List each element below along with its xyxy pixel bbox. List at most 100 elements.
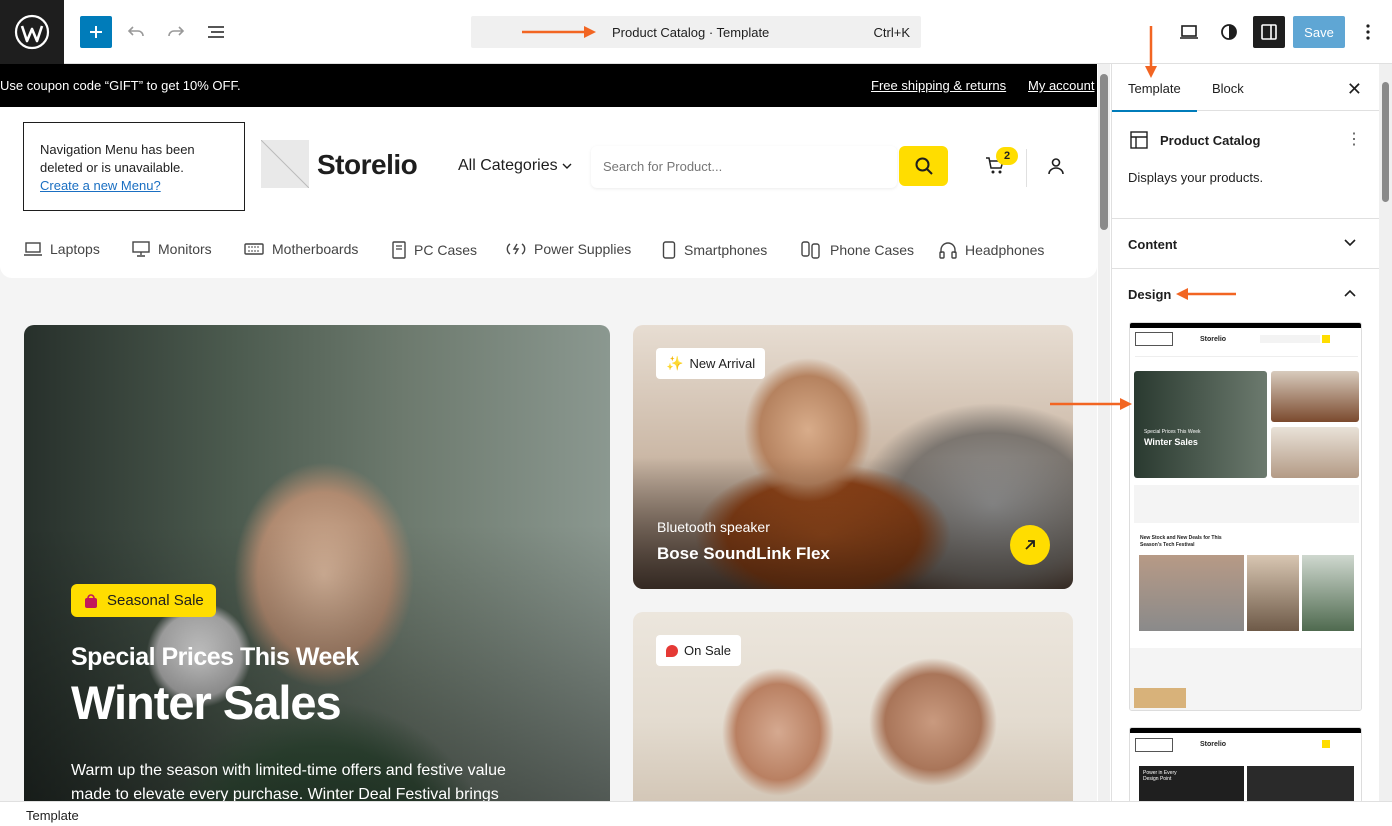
settings-sidebar-icon[interactable] bbox=[1253, 16, 1285, 48]
headphones-icon bbox=[939, 242, 957, 259]
hero-banner[interactable]: Seasonal Sale Special Prices This Week W… bbox=[24, 325, 610, 801]
category-power-supplies[interactable]: Power Supplies bbox=[506, 241, 631, 257]
sidebar-scrollbar[interactable] bbox=[1379, 64, 1392, 801]
thumb-deals-section: New Stock and New Deals for This Season'… bbox=[1130, 523, 1361, 648]
on-sale-badge: On Sale bbox=[656, 635, 741, 666]
category-monitors[interactable]: Monitors bbox=[132, 241, 212, 257]
category-motherboards[interactable]: Motherboards bbox=[244, 241, 358, 257]
header-divider bbox=[1026, 149, 1027, 187]
block-name: Product Catalog bbox=[1160, 133, 1261, 148]
power-supply-icon bbox=[506, 243, 526, 255]
chevron-down-icon bbox=[1344, 239, 1356, 247]
category-label: Phone Cases bbox=[830, 242, 915, 258]
thumb-search bbox=[1260, 335, 1320, 343]
editor-footer: Template bbox=[0, 801, 1392, 826]
thumb-navbox bbox=[1135, 738, 1173, 752]
content-panel-toggle[interactable]: Content bbox=[1112, 219, 1379, 269]
block-card: Product Catalog ⋮ Displays your products… bbox=[1112, 111, 1379, 219]
thumb-deal-1 bbox=[1139, 555, 1244, 631]
card-title: Bose SoundLink Flex bbox=[657, 544, 830, 563]
annotation-arrow-right-2 bbox=[1050, 398, 1132, 410]
add-block-icon[interactable] bbox=[80, 16, 112, 48]
cart-count-badge: 2 bbox=[996, 147, 1018, 165]
search-icon bbox=[915, 157, 933, 175]
styles-contrast-icon[interactable] bbox=[1213, 16, 1245, 48]
undo-icon[interactable] bbox=[120, 16, 152, 48]
site-logo-placeholder[interactable] bbox=[261, 140, 309, 188]
thumb-category-row bbox=[1135, 351, 1358, 357]
save-button[interactable]: Save bbox=[1293, 16, 1345, 48]
thumb-footer-row bbox=[1130, 648, 1361, 710]
close-icon[interactable]: ✕ bbox=[1347, 79, 1362, 100]
user-account-icon[interactable] bbox=[1047, 157, 1065, 180]
all-categories-label: All Categories bbox=[458, 157, 558, 174]
redo-icon[interactable] bbox=[160, 16, 192, 48]
promo-card-speaker[interactable]: ✨ New Arrival Bluetooth speaker Bose Sou… bbox=[633, 325, 1073, 589]
annotation-arrow-down bbox=[1145, 26, 1157, 78]
thumb-deals-title: New Stock and New Deals for This Season'… bbox=[1140, 535, 1222, 548]
command-title: Product Catalog · Template bbox=[612, 25, 770, 40]
wordpress-logo-icon[interactable] bbox=[0, 0, 64, 64]
block-options-icon[interactable]: ⋮ bbox=[1346, 129, 1362, 149]
account-link[interactable]: My account bbox=[1028, 78, 1094, 93]
device-preview-icon[interactable] bbox=[1173, 16, 1205, 48]
phone-case-icon bbox=[801, 241, 820, 259]
hero-subtitle: Special Prices This Week bbox=[71, 643, 359, 671]
category-label: Headphones bbox=[965, 242, 1045, 258]
design-panel-label: Design bbox=[1128, 287, 1172, 302]
chevron-down-icon bbox=[562, 163, 572, 169]
shipping-link[interactable]: Free shipping & returns bbox=[871, 78, 1006, 93]
announcement-bar: Use coupon code “GIFT” to get 10% OFF. F… bbox=[0, 64, 1097, 107]
scrollbar-thumb[interactable] bbox=[1100, 74, 1108, 230]
thumb-deal-2 bbox=[1247, 555, 1299, 631]
pattern-preview-1[interactable]: Storelio Special Prices This Week Winter… bbox=[1129, 322, 1362, 711]
pc-case-icon bbox=[392, 241, 406, 259]
smartphone-icon bbox=[662, 241, 676, 259]
seasonal-sale-badge: Seasonal Sale bbox=[71, 584, 216, 617]
block-description: Displays your products. bbox=[1128, 170, 1264, 185]
category-headphones[interactable]: Headphones bbox=[939, 241, 1044, 259]
category-label: Monitors bbox=[158, 241, 212, 257]
site-title[interactable]: Storelio bbox=[317, 149, 418, 181]
design-panel-toggle[interactable]: Design bbox=[1112, 269, 1379, 319]
thumb-card-1 bbox=[1271, 371, 1359, 422]
shopping-bag-icon bbox=[85, 593, 97, 608]
category-nav: Laptops Monitors Motherboards PC Cases P… bbox=[0, 227, 1097, 277]
category-label: Power Supplies bbox=[534, 241, 632, 257]
category-laptops[interactable]: Laptops bbox=[24, 241, 100, 257]
sparkle-icon: ✨ bbox=[666, 355, 684, 371]
canvas-scrollbar[interactable] bbox=[1098, 64, 1110, 801]
category-label: Laptops bbox=[50, 241, 100, 257]
thumb-hero: Special Prices This Week Winter Sales bbox=[1134, 371, 1267, 478]
coupon-text: Use coupon code “GIFT” to get 10% OFF. bbox=[0, 78, 241, 93]
scrollbar-thumb[interactable] bbox=[1382, 82, 1389, 202]
editor-toolbar: Product Catalog · Template Ctrl+K Save bbox=[0, 0, 1392, 64]
options-menu-icon[interactable] bbox=[1352, 16, 1384, 48]
all-categories-dropdown[interactable]: All Categories bbox=[458, 157, 572, 175]
breadcrumb[interactable]: Template bbox=[26, 808, 79, 823]
tab-block[interactable]: Block bbox=[1212, 81, 1244, 96]
annotation-arrow-right bbox=[522, 26, 596, 38]
new-arrival-label: New Arrival bbox=[689, 356, 756, 371]
category-phone-cases[interactable]: Phone Cases bbox=[800, 241, 914, 259]
promo-card-sale[interactable]: On Sale bbox=[633, 612, 1073, 801]
chevron-up-icon bbox=[1344, 289, 1356, 297]
nav-missing-notice: Navigation Menu has been deleted or is u… bbox=[23, 122, 245, 211]
motherboard-icon bbox=[244, 243, 264, 255]
thumb-power-text: Power in Every Design Point bbox=[1143, 770, 1177, 782]
site-header: Navigation Menu has been deleted or is u… bbox=[0, 107, 1097, 278]
monitor-icon bbox=[132, 241, 150, 257]
pattern-preview-2[interactable]: Storelio Power in Every Design Point bbox=[1129, 727, 1362, 801]
thumb-brand: Storelio bbox=[1200, 336, 1227, 343]
create-menu-link[interactable]: Create a new Menu? bbox=[40, 178, 161, 193]
nav-notice-text: Navigation Menu has been deleted or is u… bbox=[40, 142, 195, 175]
arrow-up-right-icon[interactable] bbox=[1010, 525, 1050, 565]
tab-template[interactable]: Template bbox=[1112, 81, 1197, 112]
search-button[interactable] bbox=[899, 146, 948, 186]
category-pc-cases[interactable]: PC Cases bbox=[392, 241, 477, 259]
settings-sidebar: Template Block ✕ Product Catalog ⋮ Displ… bbox=[1111, 64, 1379, 801]
thumb-search-btn bbox=[1322, 335, 1330, 343]
search-input[interactable]: Search for Product... bbox=[591, 146, 897, 188]
category-smartphones[interactable]: Smartphones bbox=[662, 241, 767, 259]
document-overview-icon[interactable] bbox=[200, 16, 232, 48]
